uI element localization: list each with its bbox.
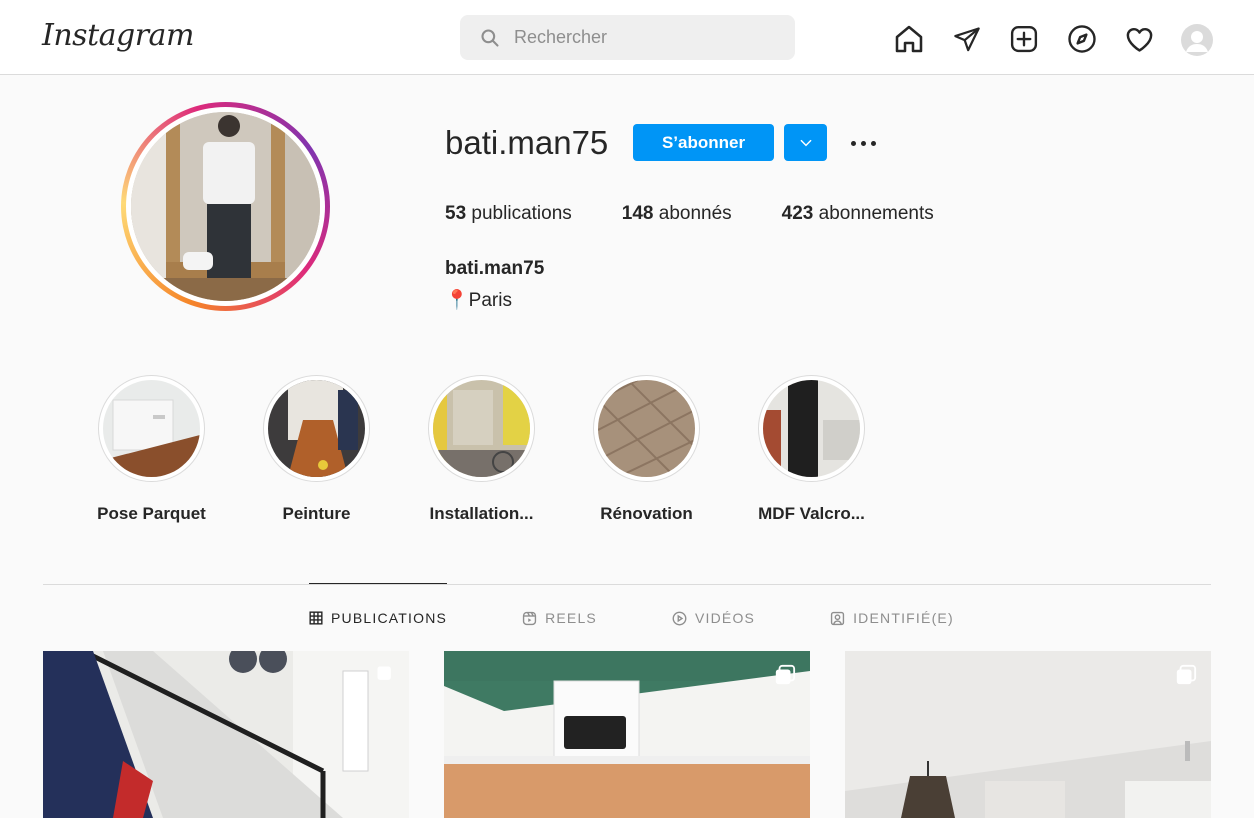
dot-icon [850,140,856,146]
tab-tagged[interactable]: IDENTIFIÉ(E) [830,584,954,652]
play-icon [672,611,687,625]
post-thumbnail[interactable] [845,651,1211,818]
multiple-images-icon [377,666,391,680]
suggestions-dropdown-button[interactable] [784,124,827,161]
story-highlights: Pose Parquet Peinture Installation... Ré… [84,375,909,524]
highlight-cover [268,380,365,477]
post-image [845,651,1211,818]
paper-plane-icon [953,27,980,52]
search-icon [481,28,499,47]
profile-menu-button[interactable] [1180,22,1214,56]
profile-bio-location: 📍Paris [445,290,512,311]
profile-stats: 53 publications 148 abonnés 423 abonneme… [445,203,984,225]
profile-tabs: PUBLICATIONS REELS VIDÉOS IDENTIFIÉ(E) [309,583,1029,652]
tab-reels[interactable]: REELS [522,584,597,652]
user-placeholder-icon [1185,30,1208,52]
highlight-label: Installation... [429,504,534,523]
highlight-cover [763,380,860,477]
plus-square-icon [1010,25,1038,53]
top-navigation-bar: Instagram [0,0,1254,75]
multiple-images-icon [775,664,796,685]
heart-icon [1126,27,1152,52]
tagged-icon [830,611,845,625]
highlight-label: MDF Valcro... [758,504,865,523]
chevron-down-icon [800,139,811,146]
highlight-cover [103,380,200,477]
profile-photo-image [131,112,320,301]
highlight-label: Peinture [282,504,351,523]
posts-count: 53 publications [445,203,572,224]
instagram-logo[interactable]: Instagram [42,18,194,53]
highlight-item[interactable]: Installation... [414,375,549,524]
compass-icon [1067,25,1096,53]
followers-count[interactable]: 148 abonnés [622,203,732,225]
post-image [444,651,810,818]
highlight-item[interactable]: MDF Valcro... [744,375,879,524]
highlight-cover [598,380,695,477]
multiple-images-icon [1176,664,1197,685]
tab-publications[interactable]: PUBLICATIONS [309,583,448,652]
search-input[interactable] [514,27,774,48]
highlight-cover [433,380,530,477]
dot-icon [860,140,866,146]
activity-button[interactable] [1122,22,1156,56]
highlight-item[interactable]: Pose Parquet [84,375,219,524]
new-post-button[interactable] [1007,22,1041,56]
post-thumbnail[interactable] [43,651,409,818]
nav-icons [892,22,1237,56]
reels-icon [522,611,537,625]
avatar [1180,23,1213,56]
profile-full-name: bati.man75 [445,258,545,279]
post-image [43,651,409,818]
tab-videos[interactable]: VIDÉOS [672,584,755,652]
profile-picture [131,112,320,301]
profile-picture-story-ring[interactable] [121,102,330,311]
following-count[interactable]: 423 abonnements [782,203,934,225]
more-options-button[interactable] [846,130,880,156]
highlight-item[interactable]: Rénovation [579,375,714,524]
home-icon [895,25,923,53]
highlight-label: Rénovation [600,504,693,523]
highlight-item[interactable]: Peinture [249,375,384,524]
profile-username: bati.man75 [445,124,609,161]
home-button[interactable] [892,22,926,56]
follow-button[interactable]: S’abonner [633,124,774,161]
grid-icon [309,611,323,625]
search-box[interactable] [460,15,795,60]
post-thumbnail[interactable] [444,651,810,818]
dot-icon [870,140,876,146]
explore-button[interactable] [1065,22,1099,56]
direct-messages-button[interactable] [950,22,984,56]
highlight-label: Pose Parquet [97,504,206,523]
